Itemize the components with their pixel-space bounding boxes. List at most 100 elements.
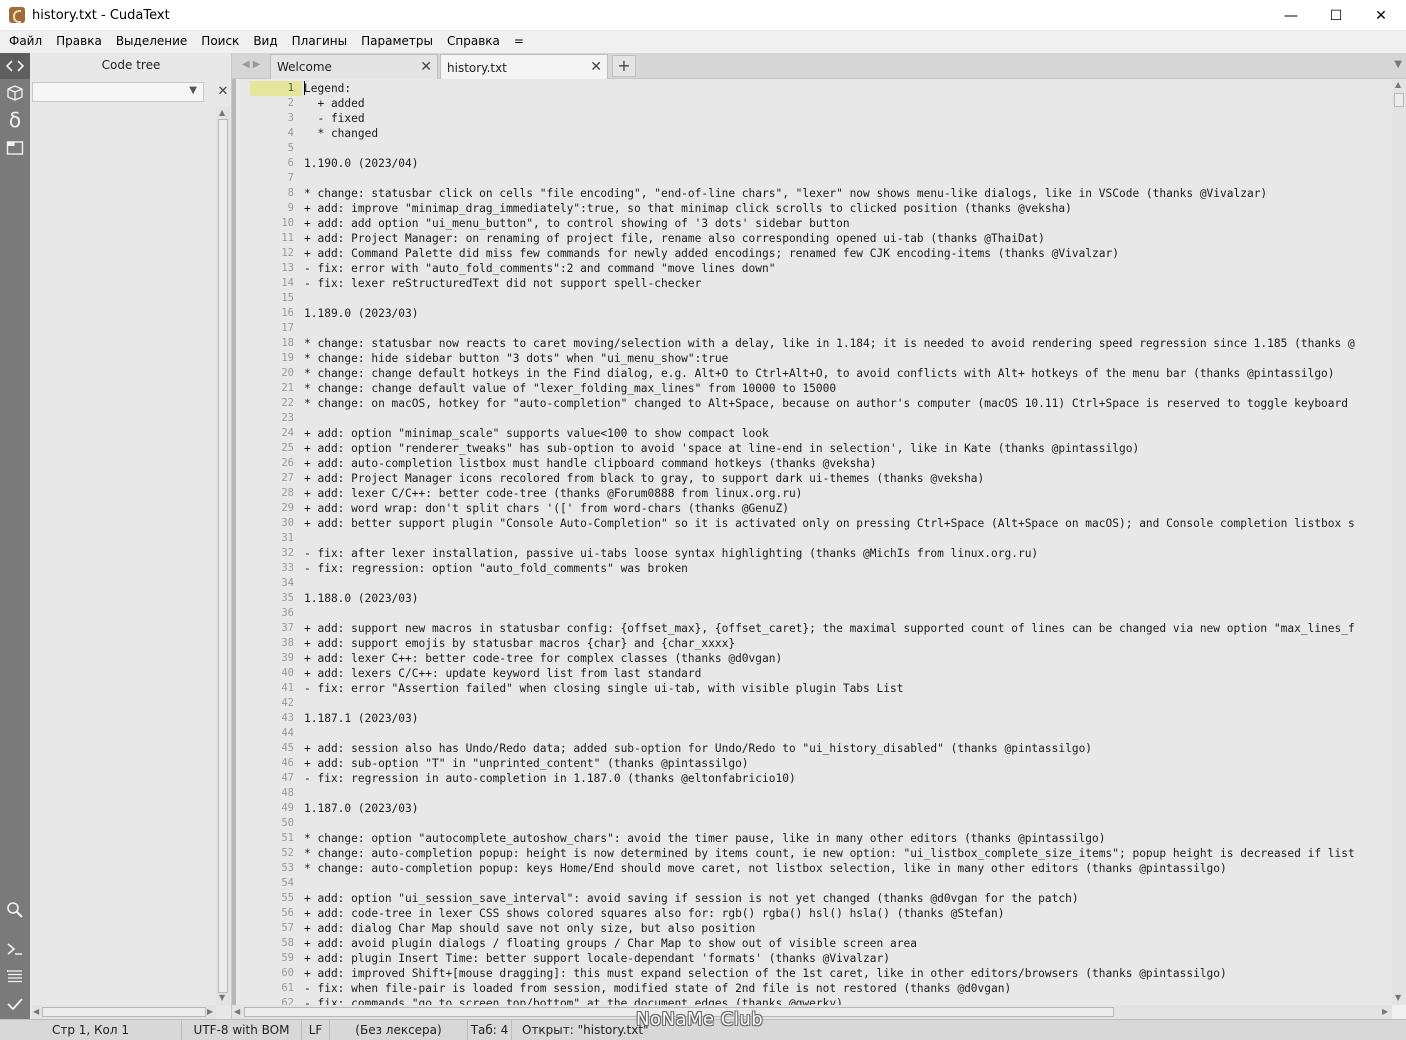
- scroll-left-icon[interactable]: ◀: [33, 1007, 39, 1016]
- editor-line[interactable]: 24 + add: option "minimap_scale" supports…: [232, 426, 1392, 441]
- code-tree-list[interactable]: [30, 107, 216, 1005]
- editor-line[interactable]: 62 - fix: commands "go to screen top/bott…: [232, 996, 1392, 1005]
- editor-line[interactable]: 31: [232, 531, 1392, 546]
- code-tree-icon[interactable]: [0, 53, 30, 79]
- editor-line[interactable]: 37 + add: support new macros in statusbar…: [232, 621, 1392, 636]
- editor-line[interactable]: 4 * changed: [232, 126, 1392, 141]
- minimize-button[interactable]: —: [1268, 0, 1314, 31]
- editor-line[interactable]: 7: [232, 171, 1392, 186]
- code-tree-filter-combo[interactable]: ▼: [32, 82, 204, 102]
- editor-line[interactable]: 45 + add: session also has Undo/Redo data…: [232, 741, 1392, 756]
- snippets-icon[interactable]: δ: [0, 107, 30, 133]
- menu-selection[interactable]: Выделение: [109, 31, 194, 51]
- editor-horizontal-scrollbar[interactable]: ◀ ▶: [232, 1005, 1392, 1019]
- editor-line[interactable]: 39 + add: lexer C++: better code-tree for…: [232, 651, 1392, 666]
- editor-line[interactable]: 44: [232, 726, 1392, 741]
- editor-line[interactable]: 23: [232, 411, 1392, 426]
- scroll-left-icon[interactable]: ◀: [234, 1007, 240, 1016]
- tab-scroll-arrows[interactable]: ◀▶: [242, 59, 263, 70]
- scroll-up-icon[interactable]: ▲: [1395, 80, 1401, 89]
- editor-line[interactable]: 40 + add: lexers C/C++: update keyword li…: [232, 666, 1392, 681]
- status-line-ending[interactable]: LF: [302, 1019, 330, 1040]
- editor-lines[interactable]: 1 Legend: 2 + added 3 - fixed 4 * changed 5 6 1…: [232, 81, 1392, 1005]
- editor-line[interactable]: 41 - fix: error "Assertion failed" when c…: [232, 681, 1392, 696]
- editor-line[interactable]: 22 * change: on macOS, hotkey for "auto-c…: [232, 396, 1392, 411]
- editor-line[interactable]: 30 + add: better support plugin "Console …: [232, 516, 1392, 531]
- tabs-list-icon[interactable]: [0, 135, 30, 161]
- menu-options[interactable]: Параметры: [354, 31, 440, 51]
- editor-line[interactable]: 33 - fix: regression: option "auto_fold_c…: [232, 561, 1392, 576]
- editor-line[interactable]: 18 * change: statusbar now reacts to care…: [232, 336, 1392, 351]
- editor-line[interactable]: 5: [232, 141, 1392, 156]
- editor-line[interactable]: 47 - fix: regression in auto-completion i…: [232, 771, 1392, 786]
- status-caret-position[interactable]: Стр 1, Кол 1: [0, 1019, 182, 1040]
- editor-line[interactable]: 54: [232, 876, 1392, 891]
- editor-line[interactable]: 61 - fix: when file-pair is loaded from s…: [232, 981, 1392, 996]
- maximize-button[interactable]: ☐: [1313, 0, 1359, 31]
- editor-line[interactable]: 1 Legend:: [232, 81, 1392, 96]
- editor-line[interactable]: 10 + add: add option "ui_menu_button", to…: [232, 216, 1392, 231]
- editor-line[interactable]: 53 * change: auto-completion popup: keys …: [232, 861, 1392, 876]
- editor-line[interactable]: 29 + add: word wrap: don't split chars '(…: [232, 501, 1392, 516]
- add-tab-button[interactable]: +: [612, 55, 636, 77]
- editor-line[interactable]: 56 + add: code-tree in lexer CSS shows co…: [232, 906, 1392, 921]
- scroll-up-icon[interactable]: ▲: [219, 108, 225, 117]
- editor-line[interactable]: 58 + add: avoid plugin dialogs / floating…: [232, 936, 1392, 951]
- editor-line[interactable]: 28 + add: lexer C/C++: better code-tree (…: [232, 486, 1392, 501]
- editor-line[interactable]: 3 - fixed: [232, 111, 1392, 126]
- editor-line[interactable]: 35 1.188.0 (2023/03): [232, 591, 1392, 606]
- editor-line[interactable]: 21 * change: change default value of "lex…: [232, 381, 1392, 396]
- editor-line[interactable]: 46 + add: sub-option "T" in "unprinted_co…: [232, 756, 1392, 771]
- text-editor[interactable]: 1 Legend: 2 + added 3 - fixed 4 * changed 5 6 1…: [232, 79, 1392, 1005]
- menu-extra[interactable]: =: [507, 31, 531, 51]
- status-lexer[interactable]: (Без лексера): [330, 1019, 468, 1040]
- editor-line[interactable]: 26 + add: auto-completion listbox must ha…: [232, 456, 1392, 471]
- editor-line[interactable]: 60 + add: improved Shift+[mouse dragging]…: [232, 966, 1392, 981]
- tree-vscroll-thumb[interactable]: [218, 119, 228, 993]
- editor-line[interactable]: 43 1.187.1 (2023/03): [232, 711, 1392, 726]
- validate-icon[interactable]: [0, 991, 30, 1017]
- editor-line[interactable]: 15: [232, 291, 1392, 306]
- editor-line[interactable]: 25 + add: option "renderer_tweaks" has su…: [232, 441, 1392, 456]
- scroll-right-icon[interactable]: ▶: [1382, 1007, 1388, 1016]
- tree-vertical-scrollbar[interactable]: ▲ ▼: [216, 107, 230, 1005]
- editor-line[interactable]: 51 * change: option "autocomplete_autosho…: [232, 831, 1392, 846]
- editor-vertical-scrollbar[interactable]: ▲ ▼: [1392, 79, 1406, 1005]
- tab-welcome[interactable]: Welcome ✕: [270, 54, 438, 79]
- editor-line[interactable]: 50: [232, 816, 1392, 831]
- status-tab-size[interactable]: Таб: 4: [468, 1019, 512, 1040]
- menu-file[interactable]: Файл: [2, 31, 49, 51]
- menu-edit[interactable]: Правка: [49, 31, 109, 51]
- menu-view[interactable]: Вид: [246, 31, 284, 51]
- close-tab-icon[interactable]: ✕: [590, 59, 602, 75]
- tabs-menu-icon[interactable]: ▼: [1394, 59, 1402, 70]
- tree-hscroll-thumb[interactable]: [42, 1007, 206, 1017]
- tab-history[interactable]: history.txt ✕: [440, 54, 608, 80]
- editor-line[interactable]: 32 - fix: after lexer installation, passi…: [232, 546, 1392, 561]
- tree-horizontal-scrollbar[interactable]: ◀ ▶: [32, 1005, 216, 1019]
- editor-line[interactable]: 20 * change: change default hotkeys in th…: [232, 366, 1392, 381]
- editor-line[interactable]: 13 - fix: error with "auto_fold_comments"…: [232, 261, 1392, 276]
- output-icon[interactable]: [0, 963, 30, 989]
- editor-line[interactable]: 16 1.189.0 (2023/03): [232, 306, 1392, 321]
- editor-line[interactable]: 57 + add: dialog Char Map should save not…: [232, 921, 1392, 936]
- console-icon[interactable]: [0, 936, 30, 962]
- editor-line[interactable]: 17: [232, 321, 1392, 336]
- editor-line[interactable]: 14 - fix: lexer reStructuredText did not …: [232, 276, 1392, 291]
- editor-line[interactable]: 9 + add: improve "minimap_drag_immediatel…: [232, 201, 1392, 216]
- editor-line[interactable]: 38 + add: support emojis by statusbar mac…: [232, 636, 1392, 651]
- scroll-down-icon[interactable]: ▼: [219, 993, 225, 1002]
- status-encoding[interactable]: UTF-8 with BOM: [182, 1019, 302, 1040]
- editor-line[interactable]: 55 + add: option "ui_session_save_interva…: [232, 891, 1392, 906]
- editor-line[interactable]: 34: [232, 576, 1392, 591]
- editor-line[interactable]: 19 * change: hide sidebar button "3 dots"…: [232, 351, 1392, 366]
- editor-line[interactable]: 52 * change: auto-completion popup: heigh…: [232, 846, 1392, 861]
- menu-plugins[interactable]: Плагины: [285, 31, 354, 51]
- scroll-right-icon[interactable]: ▶: [207, 1007, 213, 1016]
- project-icon[interactable]: [0, 80, 30, 106]
- editor-line[interactable]: 59 + add: plugin Insert Time: better supp…: [232, 951, 1392, 966]
- menu-help[interactable]: Справка: [440, 31, 507, 51]
- editor-line[interactable]: 49 1.187.0 (2023/03): [232, 801, 1392, 816]
- scroll-down-icon[interactable]: ▼: [1395, 993, 1401, 1002]
- menu-search[interactable]: Поиск: [194, 31, 246, 51]
